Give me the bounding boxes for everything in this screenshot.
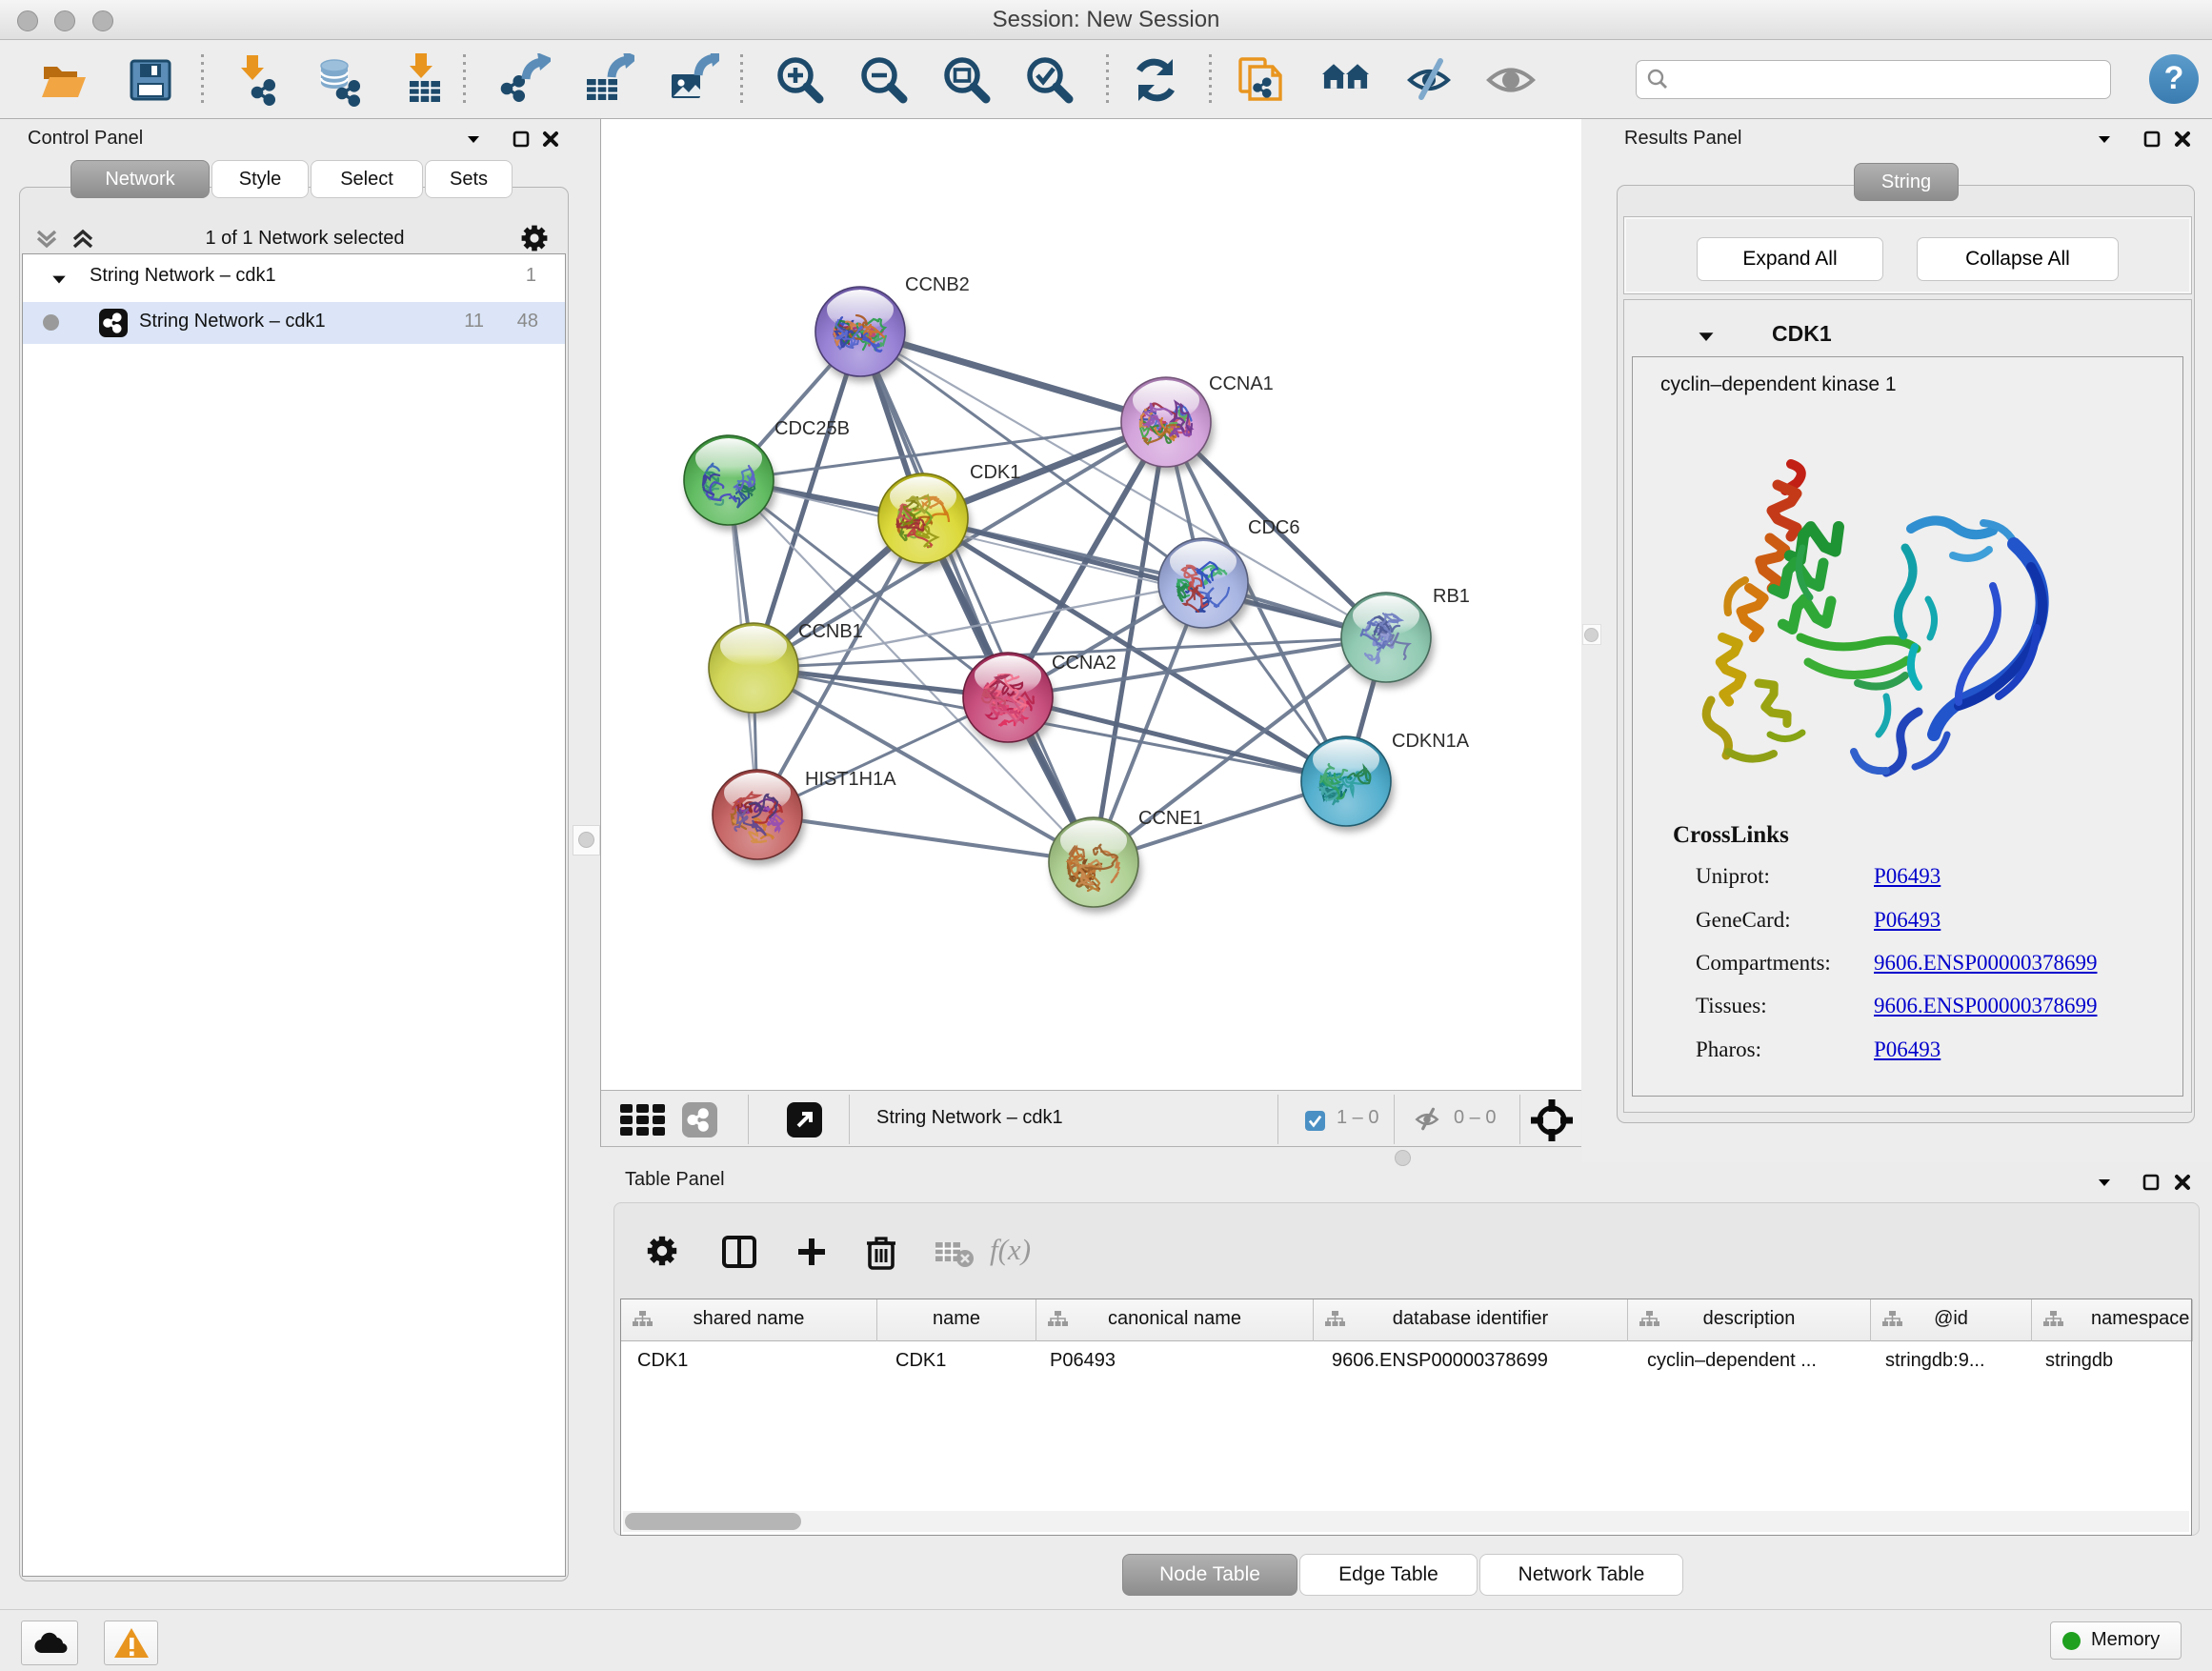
svg-text:CCNA1: CCNA1 [1209, 373, 1274, 394]
svg-text:CCNB2: CCNB2 [905, 274, 970, 295]
svg-text:CCNB1: CCNB1 [798, 621, 863, 642]
svg-text:CDK1: CDK1 [970, 462, 1020, 483]
svg-text:CDC6: CDC6 [1248, 517, 1299, 538]
svg-text:CCNA2: CCNA2 [1052, 653, 1116, 674]
svg-text:CDKN1A: CDKN1A [1392, 731, 1470, 752]
svg-text:CCNE1: CCNE1 [1138, 808, 1203, 829]
svg-text:CDC25B: CDC25B [774, 418, 850, 439]
svg-text:RB1: RB1 [1433, 586, 1470, 607]
svg-text:HIST1H1A: HIST1H1A [805, 769, 896, 790]
